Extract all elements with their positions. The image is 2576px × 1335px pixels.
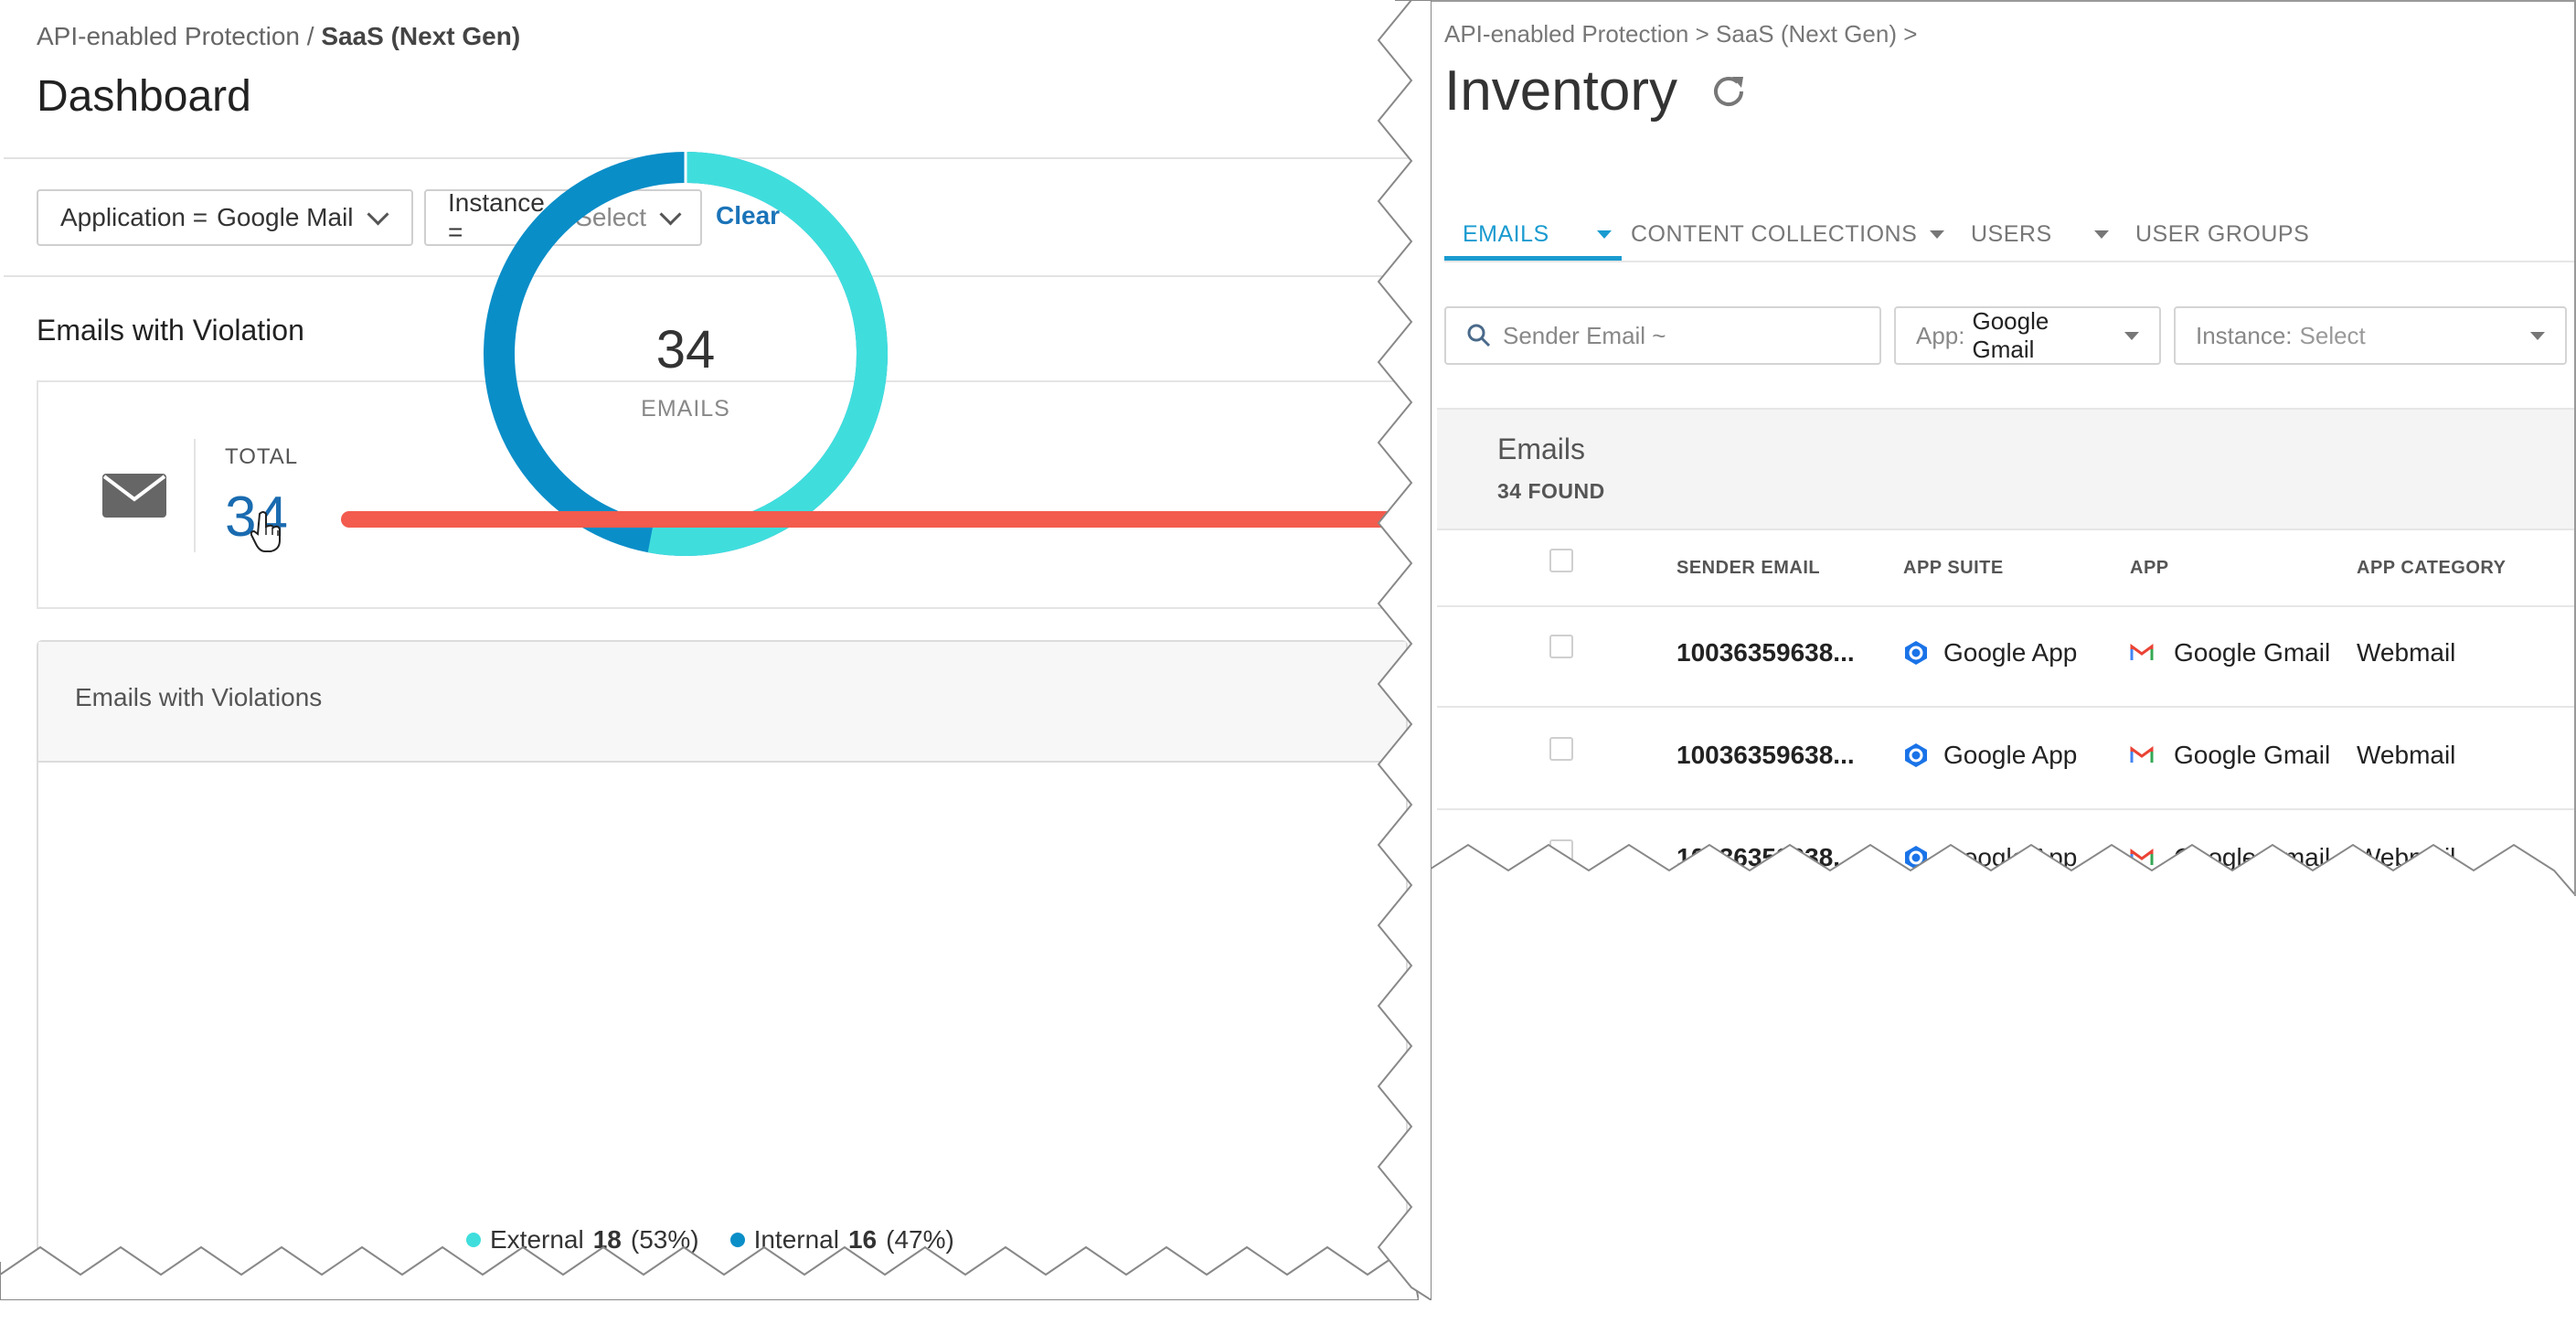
mail-icon (102, 474, 166, 518)
tab-content-collections[interactable]: CONTENT COLLECTIONS (1631, 212, 1945, 256)
total-label: TOTAL (225, 444, 299, 469)
inventory-tabs: EMAILS CONTENT COLLECTIONS USERS USER GR… (1444, 212, 2574, 260)
breadcrumb-current: SaaS (Next Gen) (321, 22, 521, 50)
sender-email-placeholder: Sender Email ~ (1503, 321, 1666, 349)
divider (194, 439, 196, 552)
tab-user-groups[interactable]: USER GROUPS (2135, 212, 2309, 256)
instance-filter-label: Instance: (2196, 321, 2293, 349)
app-suite-cell: Google App (1903, 638, 2077, 668)
active-tab-indicator (1444, 256, 1622, 261)
row-checkbox[interactable] (1549, 737, 1573, 761)
column-app-suite[interactable]: APP SUITE (1903, 558, 2004, 579)
app-category-cell: Webmail (2357, 638, 2456, 667)
donut-center-value: 34 (656, 320, 716, 379)
application-filter-label: Application = (60, 203, 208, 231)
table-header: SENDER EMAIL APP SUITE APP APP CATEGORY (1437, 529, 2574, 607)
column-app[interactable]: APP (2130, 558, 2169, 579)
table-row[interactable]: 10036359638... Google App Google Gmail W… (1437, 706, 2574, 810)
caret-down-icon[interactable] (2093, 230, 2109, 239)
cursor-hand-icon (250, 511, 281, 552)
app-filter-label: App: (1916, 321, 1965, 349)
table-row[interactable]: 10036359638... Google App Google Gmail W… (1437, 603, 2574, 708)
gmail-icon (2130, 644, 2154, 660)
application-filter[interactable]: Application = Google Mail (37, 189, 413, 246)
results-header: Emails 34 FOUND (1437, 408, 2574, 530)
instance-filter[interactable]: Instance: Select (2174, 306, 2567, 365)
tab-users-label: USERS (1971, 220, 2052, 247)
dashboard-panel: API-enabled Protection / SaaS (Next Gen)… (0, 0, 1419, 1300)
caret-down-icon (2530, 331, 2545, 340)
sender-email-cell[interactable]: 10036359638... (1677, 741, 1855, 770)
chevron-down-icon (366, 202, 389, 226)
app-category-cell: Webmail (2357, 741, 2456, 769)
page-title-row: Inventory (1444, 59, 1749, 123)
app-cell: Google Gmail (2130, 741, 2330, 770)
donut-center-label: EMAILS (641, 396, 730, 422)
results-count: 34 FOUND (1497, 479, 1605, 503)
gmail-icon (2130, 746, 2154, 763)
tab-emails-label: EMAILS (1463, 220, 1549, 247)
app-cell: Google Gmail (2130, 638, 2330, 668)
row-checkbox[interactable] (1549, 635, 1573, 658)
sender-email-cell[interactable]: 10036359638... (1677, 638, 1855, 668)
select-all-checkbox[interactable] (1549, 549, 1573, 572)
results-title: Emails (1497, 433, 1586, 465)
search-icon (1467, 324, 1491, 347)
sender-email-search[interactable]: Sender Email ~ (1444, 306, 1881, 365)
app-label: Google Gmail (2174, 638, 2331, 667)
caret-down-icon[interactable] (1930, 230, 1945, 239)
column-app-category[interactable]: APP CATEGORY (2357, 558, 2506, 579)
card-title: Emails with Violations (75, 683, 323, 711)
inventory-panel: API-enabled Protection > SaaS (Next Gen)… (1426, 0, 2576, 896)
tab-user-groups-label: USER GROUPS (2135, 220, 2310, 247)
google-workspace-icon (1905, 641, 1927, 665)
section-title: Emails with Violation (37, 314, 304, 347)
breadcrumb: API-enabled Protection / SaaS (Next Gen) (37, 22, 520, 51)
google-workspace-icon (1905, 743, 1927, 767)
navigation-arrow (341, 492, 1517, 547)
card-header: Emails with Violations (38, 642, 1406, 763)
page-title: Inventory (1444, 59, 1678, 123)
torn-seam (1377, 0, 1432, 1300)
column-sender-email[interactable]: SENDER EMAIL (1677, 558, 1820, 579)
app-filter[interactable]: App: Google Gmail (1894, 306, 2161, 365)
application-filter-value: Google Mail (217, 203, 354, 231)
torn-edge (0, 1245, 1419, 1300)
divider (1444, 261, 2574, 262)
breadcrumb-parent[interactable]: API-enabled Protection (37, 22, 300, 50)
torn-edge (1428, 843, 2574, 896)
caret-down-icon[interactable] (1596, 230, 1612, 239)
page-title: Dashboard (37, 72, 251, 121)
tab-emails[interactable]: EMAILS (1463, 212, 1612, 256)
app-label: Google Gmail (2174, 741, 2331, 769)
instance-filter-value: Select (2299, 321, 2366, 349)
refresh-icon[interactable] (1708, 71, 1749, 112)
tab-users[interactable]: USERS (1971, 212, 2109, 256)
breadcrumb-separator: / (306, 22, 314, 50)
app-suite-label: Google App (1943, 638, 2078, 667)
app-suite-label: Google App (1943, 741, 2078, 769)
app-suite-cell: Google App (1903, 741, 2077, 770)
app-filter-value: Google Gmail (1972, 307, 2049, 363)
caret-down-icon (2124, 331, 2139, 340)
breadcrumb[interactable]: API-enabled Protection > SaaS (Next Gen)… (1444, 20, 1917, 48)
tab-content-collections-label: CONTENT COLLECTIONS (1631, 220, 1918, 247)
